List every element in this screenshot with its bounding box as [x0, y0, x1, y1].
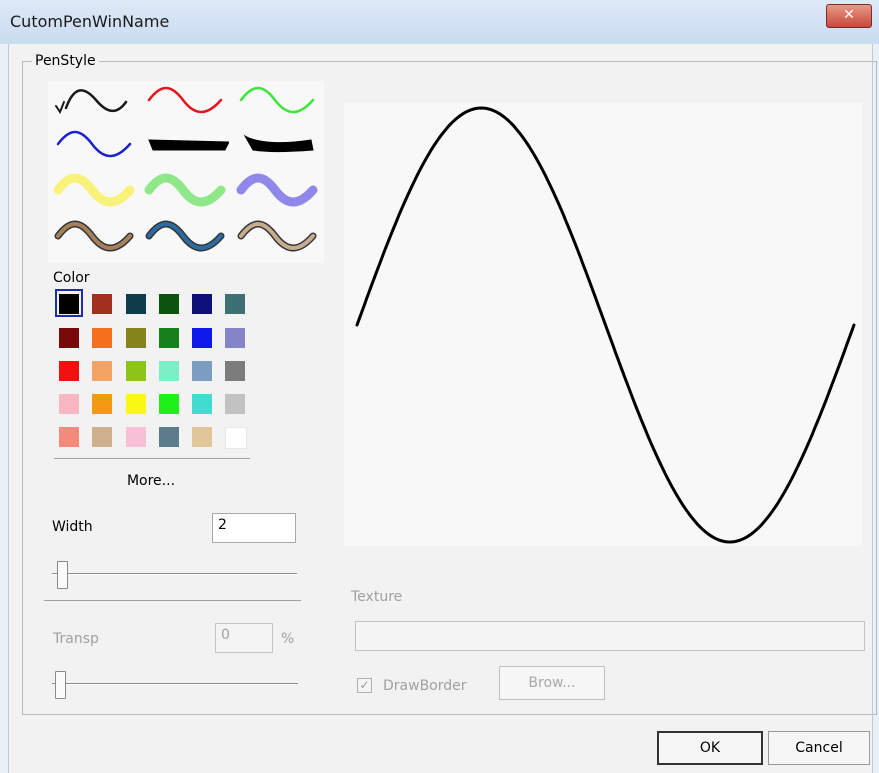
pen-green-option[interactable]: [235, 82, 321, 122]
pen-brown-bordered-stroke: [56, 222, 132, 250]
pen-green-highlighter-icon: [144, 173, 226, 207]
pen-yellow-highlighter-option[interactable]: [52, 172, 138, 212]
pen-black-flat-icon: [148, 139, 230, 151]
pen-yellow-highlighter-icon: [53, 173, 135, 207]
transp-slider-thumb[interactable]: [55, 671, 66, 699]
drawborder-label: DrawBorder: [383, 678, 467, 694]
color-swatch[interactable]: [192, 394, 212, 414]
transp-input[interactable]: 0: [215, 623, 273, 653]
pen-red-icon: [147, 86, 223, 114]
close-icon: ✕: [843, 7, 855, 23]
pen-green-stroke: [239, 86, 315, 114]
color-swatch[interactable]: [225, 294, 245, 314]
color-label: Color: [53, 270, 90, 286]
pen-black-pencil-stroke: [55, 101, 65, 115]
pen-blue-stroke: [56, 130, 132, 158]
color-swatch[interactable]: [59, 427, 79, 447]
pen-brown-bordered-icon: [54, 220, 134, 252]
close-button[interactable]: ✕: [826, 4, 872, 28]
pen-bordered-light-stroke: [239, 222, 315, 250]
pen-blue-option[interactable]: [52, 126, 138, 166]
color-swatch[interactable]: [225, 394, 245, 414]
color-swatch[interactable]: [126, 328, 146, 348]
pen-bordered-light-icon: [237, 220, 317, 252]
check-icon: ✓: [359, 678, 370, 692]
drawborder-checkbox[interactable]: ✓: [357, 678, 372, 693]
pen-green-highlighter-stroke: [144, 173, 226, 207]
color-swatch[interactable]: [92, 361, 112, 381]
pen-bordered-light-option[interactable]: [235, 218, 321, 258]
pen-blue-icon: [56, 130, 132, 158]
pen-preview-area: [344, 103, 862, 546]
color-swatch[interactable]: [225, 328, 245, 348]
palette-divider: [54, 458, 250, 459]
color-swatch[interactable]: [225, 361, 245, 381]
width-input[interactable]: 2: [212, 513, 296, 543]
pen-black-pencil-icon: [55, 89, 128, 115]
ok-button[interactable]: OK: [657, 731, 763, 765]
pen-black-pencil-option[interactable]: [52, 82, 138, 122]
more-colors-button[interactable]: More...: [56, 462, 246, 500]
penstyle-group-label: PenStyle: [32, 53, 99, 69]
pen-green-icon: [239, 86, 315, 114]
title-bar: CutomPenWinName ✕: [0, 0, 879, 44]
color-swatch[interactable]: [126, 294, 146, 314]
texture-label: Texture: [351, 589, 403, 605]
pen-red-stroke: [147, 86, 223, 114]
color-swatch[interactable]: [59, 328, 79, 348]
pen-red-option[interactable]: [143, 82, 229, 122]
color-swatch[interactable]: [159, 328, 179, 348]
pen-blue-textured-option[interactable]: [143, 218, 229, 258]
pen-black-pencil-stroke: [64, 89, 128, 112]
color-swatch[interactable]: [92, 294, 112, 314]
pen-black-flat-option[interactable]: [143, 126, 230, 166]
pen-yellow-highlighter-stroke: [53, 173, 135, 207]
color-swatch[interactable]: [192, 427, 212, 447]
pen-black-brush-stroke: [243, 134, 314, 152]
section-divider: [44, 600, 301, 601]
width-label: Width: [52, 519, 93, 535]
pen-brown-bordered-option[interactable]: [52, 218, 138, 258]
transp-label: Transp: [53, 631, 99, 647]
width-slider-track[interactable]: [52, 573, 297, 575]
window-title: CutomPenWinName: [10, 12, 170, 31]
pen-black-flat-stroke: [148, 139, 230, 151]
pen-green-highlighter-option[interactable]: [143, 172, 229, 212]
color-swatch[interactable]: [159, 394, 179, 414]
color-swatch[interactable]: [92, 394, 112, 414]
pen-blue-textured-icon: [145, 220, 225, 252]
pen-blue-textured-stroke: [147, 222, 223, 250]
color-swatch[interactable]: [59, 394, 79, 414]
color-swatch[interactable]: [126, 427, 146, 447]
pen-black-brush-icon: [243, 134, 314, 152]
color-swatch[interactable]: [59, 361, 79, 381]
color-swatch[interactable]: [92, 427, 112, 447]
cancel-button[interactable]: Cancel: [768, 731, 870, 765]
pen-purple-highlighter-stroke: [236, 173, 318, 207]
color-swatch[interactable]: [126, 361, 146, 381]
preview-svg: [355, 106, 856, 544]
pen-black-brush-option[interactable]: [235, 126, 321, 166]
color-selection-highlight: [55, 289, 83, 317]
color-swatch[interactable]: [192, 361, 212, 381]
color-swatch[interactable]: [92, 328, 112, 348]
color-swatch[interactable]: [126, 394, 146, 414]
color-swatch[interactable]: [225, 427, 247, 449]
preview-sine-stroke: [355, 106, 856, 544]
color-swatch[interactable]: [159, 427, 179, 447]
browse-button[interactable]: Brow...: [499, 666, 605, 700]
color-swatch[interactable]: [159, 294, 179, 314]
transp-slider-track[interactable]: [52, 683, 298, 685]
color-swatch[interactable]: [159, 361, 179, 381]
color-swatch[interactable]: [192, 328, 212, 348]
texture-input[interactable]: [355, 621, 865, 651]
pen-purple-highlighter-option[interactable]: [235, 172, 321, 212]
pen-purple-highlighter-icon: [236, 173, 318, 207]
width-slider-thumb[interactable]: [57, 561, 68, 589]
transp-percent-unit: %: [281, 631, 295, 647]
color-swatch[interactable]: [192, 294, 212, 314]
